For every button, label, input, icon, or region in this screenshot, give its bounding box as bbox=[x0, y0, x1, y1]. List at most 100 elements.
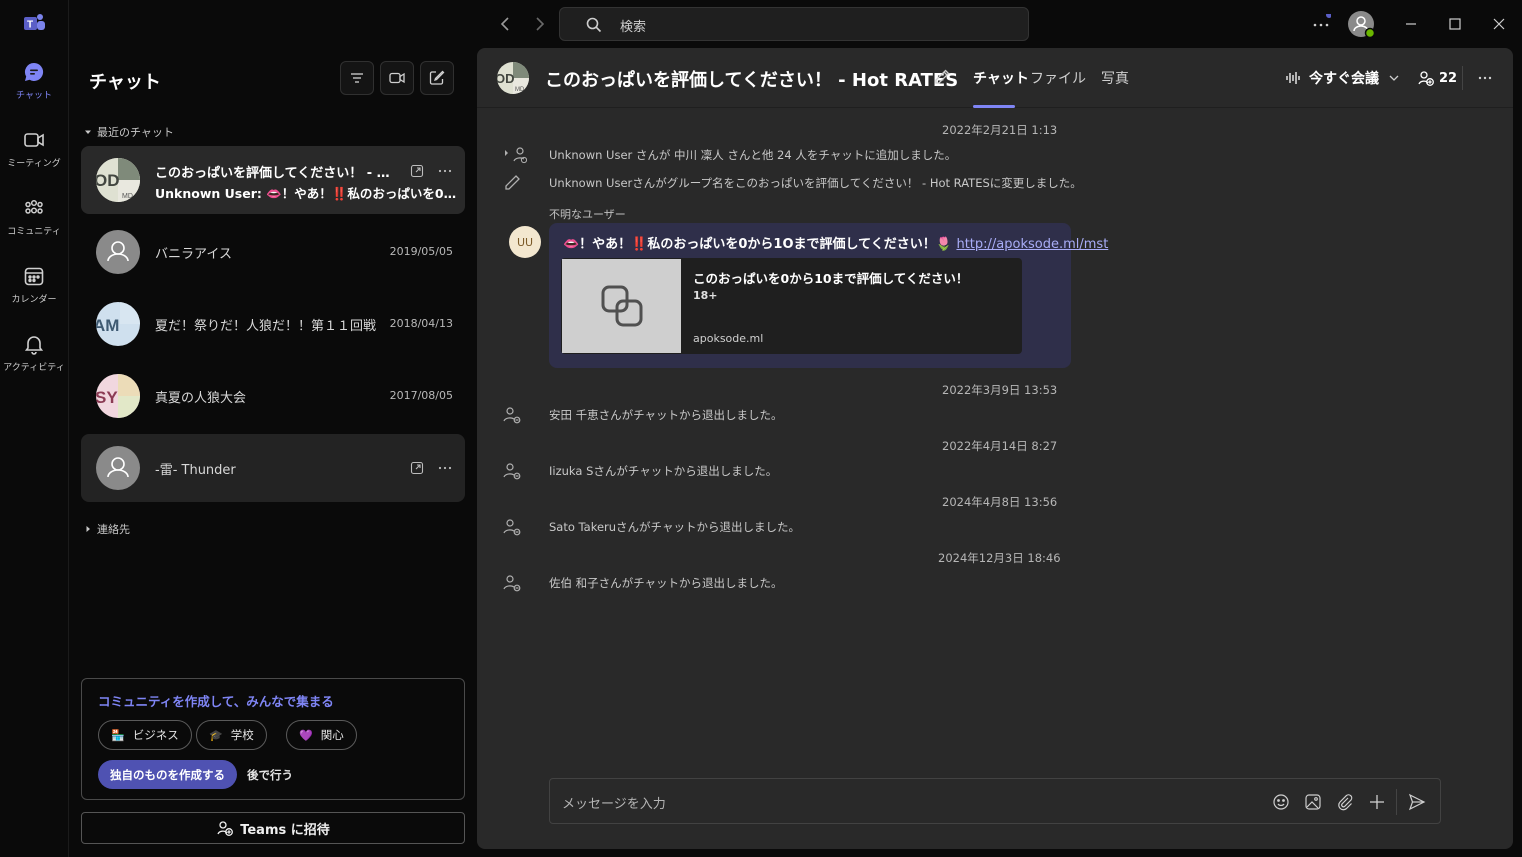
chat-name: 夏だ！祭りだ！人狼だ！！第１１回戦 bbox=[155, 319, 377, 334]
svg-text:OD: OD bbox=[497, 71, 515, 86]
send-icon[interactable] bbox=[1408, 793, 1426, 811]
business-pill[interactable]: 🏪 ビジネス bbox=[98, 720, 192, 750]
chat-name: バニラアイス bbox=[155, 247, 232, 262]
people-icon bbox=[1417, 69, 1435, 87]
pill-label: 関心 bbox=[320, 728, 344, 742]
chat-list-item[interactable]: バニラアイス 2019/05/05 bbox=[81, 218, 465, 286]
search-icon bbox=[585, 16, 603, 34]
attach-icon[interactable] bbox=[1336, 793, 1354, 811]
chat-pane-title: チャット bbox=[89, 72, 161, 93]
chat-avatar[interactable]: OD MD bbox=[497, 62, 529, 94]
caret-down-icon bbox=[83, 127, 93, 137]
message-bubble[interactable]: 👄！やあ！‼️私のおっぱいを0から1Oまで評価してください！🌷 http://a… bbox=[549, 223, 1108, 368]
graduation-icon: 🎓 bbox=[209, 728, 223, 742]
tab-chat[interactable]: チャット bbox=[973, 68, 1029, 88]
link-preview-card[interactable]: このおっぱいを0から10まで評価してください！ 18+ apoksode.ml bbox=[561, 258, 1022, 354]
system-message: Iizuka Sさんがチャットから退出しました。 bbox=[497, 461, 777, 481]
chat-icon bbox=[0, 60, 68, 84]
more-options-icon[interactable] bbox=[1311, 14, 1331, 34]
rail-chat[interactable]: チャット bbox=[0, 60, 68, 120]
filter-icon bbox=[349, 70, 365, 86]
chat-title: このおっぱいを評価してください！ - Hot RATES bbox=[545, 70, 959, 91]
bell-icon bbox=[0, 332, 68, 356]
svg-text:AM: AM bbox=[96, 316, 119, 335]
chat-date: 2017/08/05 bbox=[389, 389, 453, 402]
interest-pill[interactable]: 💜 関心 bbox=[286, 720, 357, 750]
meet-now-button[interactable]: 今すぐ会議 bbox=[1285, 68, 1401, 88]
message-text: 👄！やあ！‼️私のおっぱいを0から1Oまで評価してください！🌷 http://a… bbox=[563, 233, 1108, 252]
person-left-icon bbox=[497, 517, 527, 537]
chat-name: 真夏の人狼大会 bbox=[155, 391, 247, 406]
filter-button[interactable] bbox=[340, 61, 374, 95]
timestamp: 2022年2月21日 1:13 bbox=[942, 123, 1058, 137]
chat-list-item[interactable]: ODMD このおっぱいを評価してください！ - Hot RATES Unknow… bbox=[81, 146, 465, 214]
close-icon[interactable] bbox=[1489, 14, 1509, 34]
system-message: Sato Takeruさんがチャットから退出しました。 bbox=[497, 517, 800, 537]
message-body: 👄！やあ！‼️私のおっぱいを0から1Oまで評価してください！🌷 bbox=[563, 237, 952, 252]
image-icon[interactable] bbox=[1304, 793, 1322, 811]
plus-icon[interactable] bbox=[1368, 793, 1386, 811]
calendar-icon bbox=[0, 264, 68, 288]
rail-chat-label: チャット bbox=[16, 91, 52, 101]
rail-calendar[interactable]: カレンダー bbox=[0, 264, 68, 324]
more-icon[interactable] bbox=[438, 461, 452, 475]
card-title: このおっぱいを0から10まで評価してください！ bbox=[693, 271, 969, 286]
community-title: コミュニティを作成して、みんなで集まる bbox=[98, 694, 334, 709]
chat-header: OD MD このおっぱいを評価してください！ - Hot RATES チャット フ… bbox=[477, 48, 1513, 108]
message-composer[interactable]: メッセージを入力 bbox=[549, 778, 1441, 824]
minimize-icon[interactable] bbox=[1401, 14, 1421, 34]
audio-wave-icon bbox=[1285, 70, 1301, 86]
composer-divider bbox=[1396, 789, 1397, 815]
contacts-label: 連絡先 bbox=[97, 523, 130, 536]
message-input[interactable]: メッセージを入力 bbox=[562, 793, 666, 812]
more-icon[interactable] bbox=[438, 164, 452, 178]
person-avatar bbox=[96, 446, 140, 490]
recent-chats-section[interactable]: 最近のチャット bbox=[83, 124, 174, 140]
person-avatar bbox=[96, 230, 140, 274]
tab-photos[interactable]: 写真 bbox=[1101, 68, 1129, 88]
chat-list-item[interactable]: SY 真夏の人狼大会 2017/08/05 bbox=[81, 362, 465, 430]
rail-community[interactable]: コミュニティ bbox=[0, 196, 68, 256]
sender-avatar[interactable]: UU bbox=[509, 226, 541, 258]
more-options-icon[interactable] bbox=[1477, 70, 1493, 86]
search-box[interactable]: 検索 bbox=[559, 7, 1029, 41]
contacts-section[interactable]: 連絡先 bbox=[83, 521, 130, 537]
profile-avatar[interactable] bbox=[1347, 10, 1375, 38]
invite-to-teams-button[interactable]: Teams に招待 bbox=[81, 812, 465, 844]
tab-files[interactable]: ファイル bbox=[1030, 68, 1086, 88]
video-icon bbox=[388, 69, 406, 87]
compose-icon bbox=[428, 69, 446, 87]
people-added-icon bbox=[497, 145, 527, 165]
emoji-icon[interactable] bbox=[1272, 793, 1290, 811]
chat-preview: Unknown User: 👄！やあ！‼️私のおっぱいを0から10まで評価してく… bbox=[155, 186, 461, 201]
community-card: コミュニティを作成して、みんなで集まる 🏪 ビジネス 🎓 学校 💜 関心 独自の… bbox=[81, 678, 465, 800]
chat-list-item[interactable]: AM 夏だ！祭りだ！人狼だ！！第１１回戦 2018/04/13 bbox=[81, 290, 465, 358]
recent-chats-label: 最近のチャット bbox=[97, 126, 174, 139]
rail-community-label: コミュニティ bbox=[7, 227, 61, 237]
rail-activity-label: アクティビティ bbox=[3, 363, 65, 373]
rail-meetings[interactable]: ミーティング bbox=[0, 128, 68, 188]
community-icon bbox=[0, 196, 68, 220]
timestamp: 2022年4月14日 8:27 bbox=[942, 439, 1058, 453]
participants-button[interactable]: 22 bbox=[1417, 69, 1457, 87]
message-link[interactable]: http://apoksode.ml/mst bbox=[956, 237, 1108, 252]
caret-right-icon bbox=[83, 524, 93, 534]
meet-now-button[interactable] bbox=[380, 61, 414, 95]
maximize-icon[interactable] bbox=[1445, 14, 1465, 34]
create-own-button[interactable]: 独自のものを作成する bbox=[98, 760, 237, 789]
popout-icon[interactable] bbox=[410, 461, 424, 475]
person-left-icon bbox=[497, 461, 527, 481]
new-chat-button[interactable] bbox=[420, 61, 454, 95]
forward-arrow-icon[interactable] bbox=[529, 14, 549, 34]
popout-icon[interactable] bbox=[410, 164, 424, 178]
school-pill[interactable]: 🎓 学校 bbox=[196, 720, 267, 750]
invite-label: Teams に招待 bbox=[240, 822, 330, 838]
card-subtitle: 18+ bbox=[693, 289, 718, 302]
add-person-icon bbox=[216, 819, 234, 837]
back-arrow-icon[interactable] bbox=[496, 14, 516, 34]
system-text: Sato Takeruさんがチャットから退出しました。 bbox=[549, 520, 800, 534]
rail-activity[interactable]: アクティビティ bbox=[0, 332, 68, 392]
later-button[interactable]: 後で行う bbox=[247, 767, 293, 783]
edit-icon[interactable] bbox=[933, 68, 951, 86]
chat-list-item[interactable]: -雷- Thunder bbox=[81, 434, 465, 502]
